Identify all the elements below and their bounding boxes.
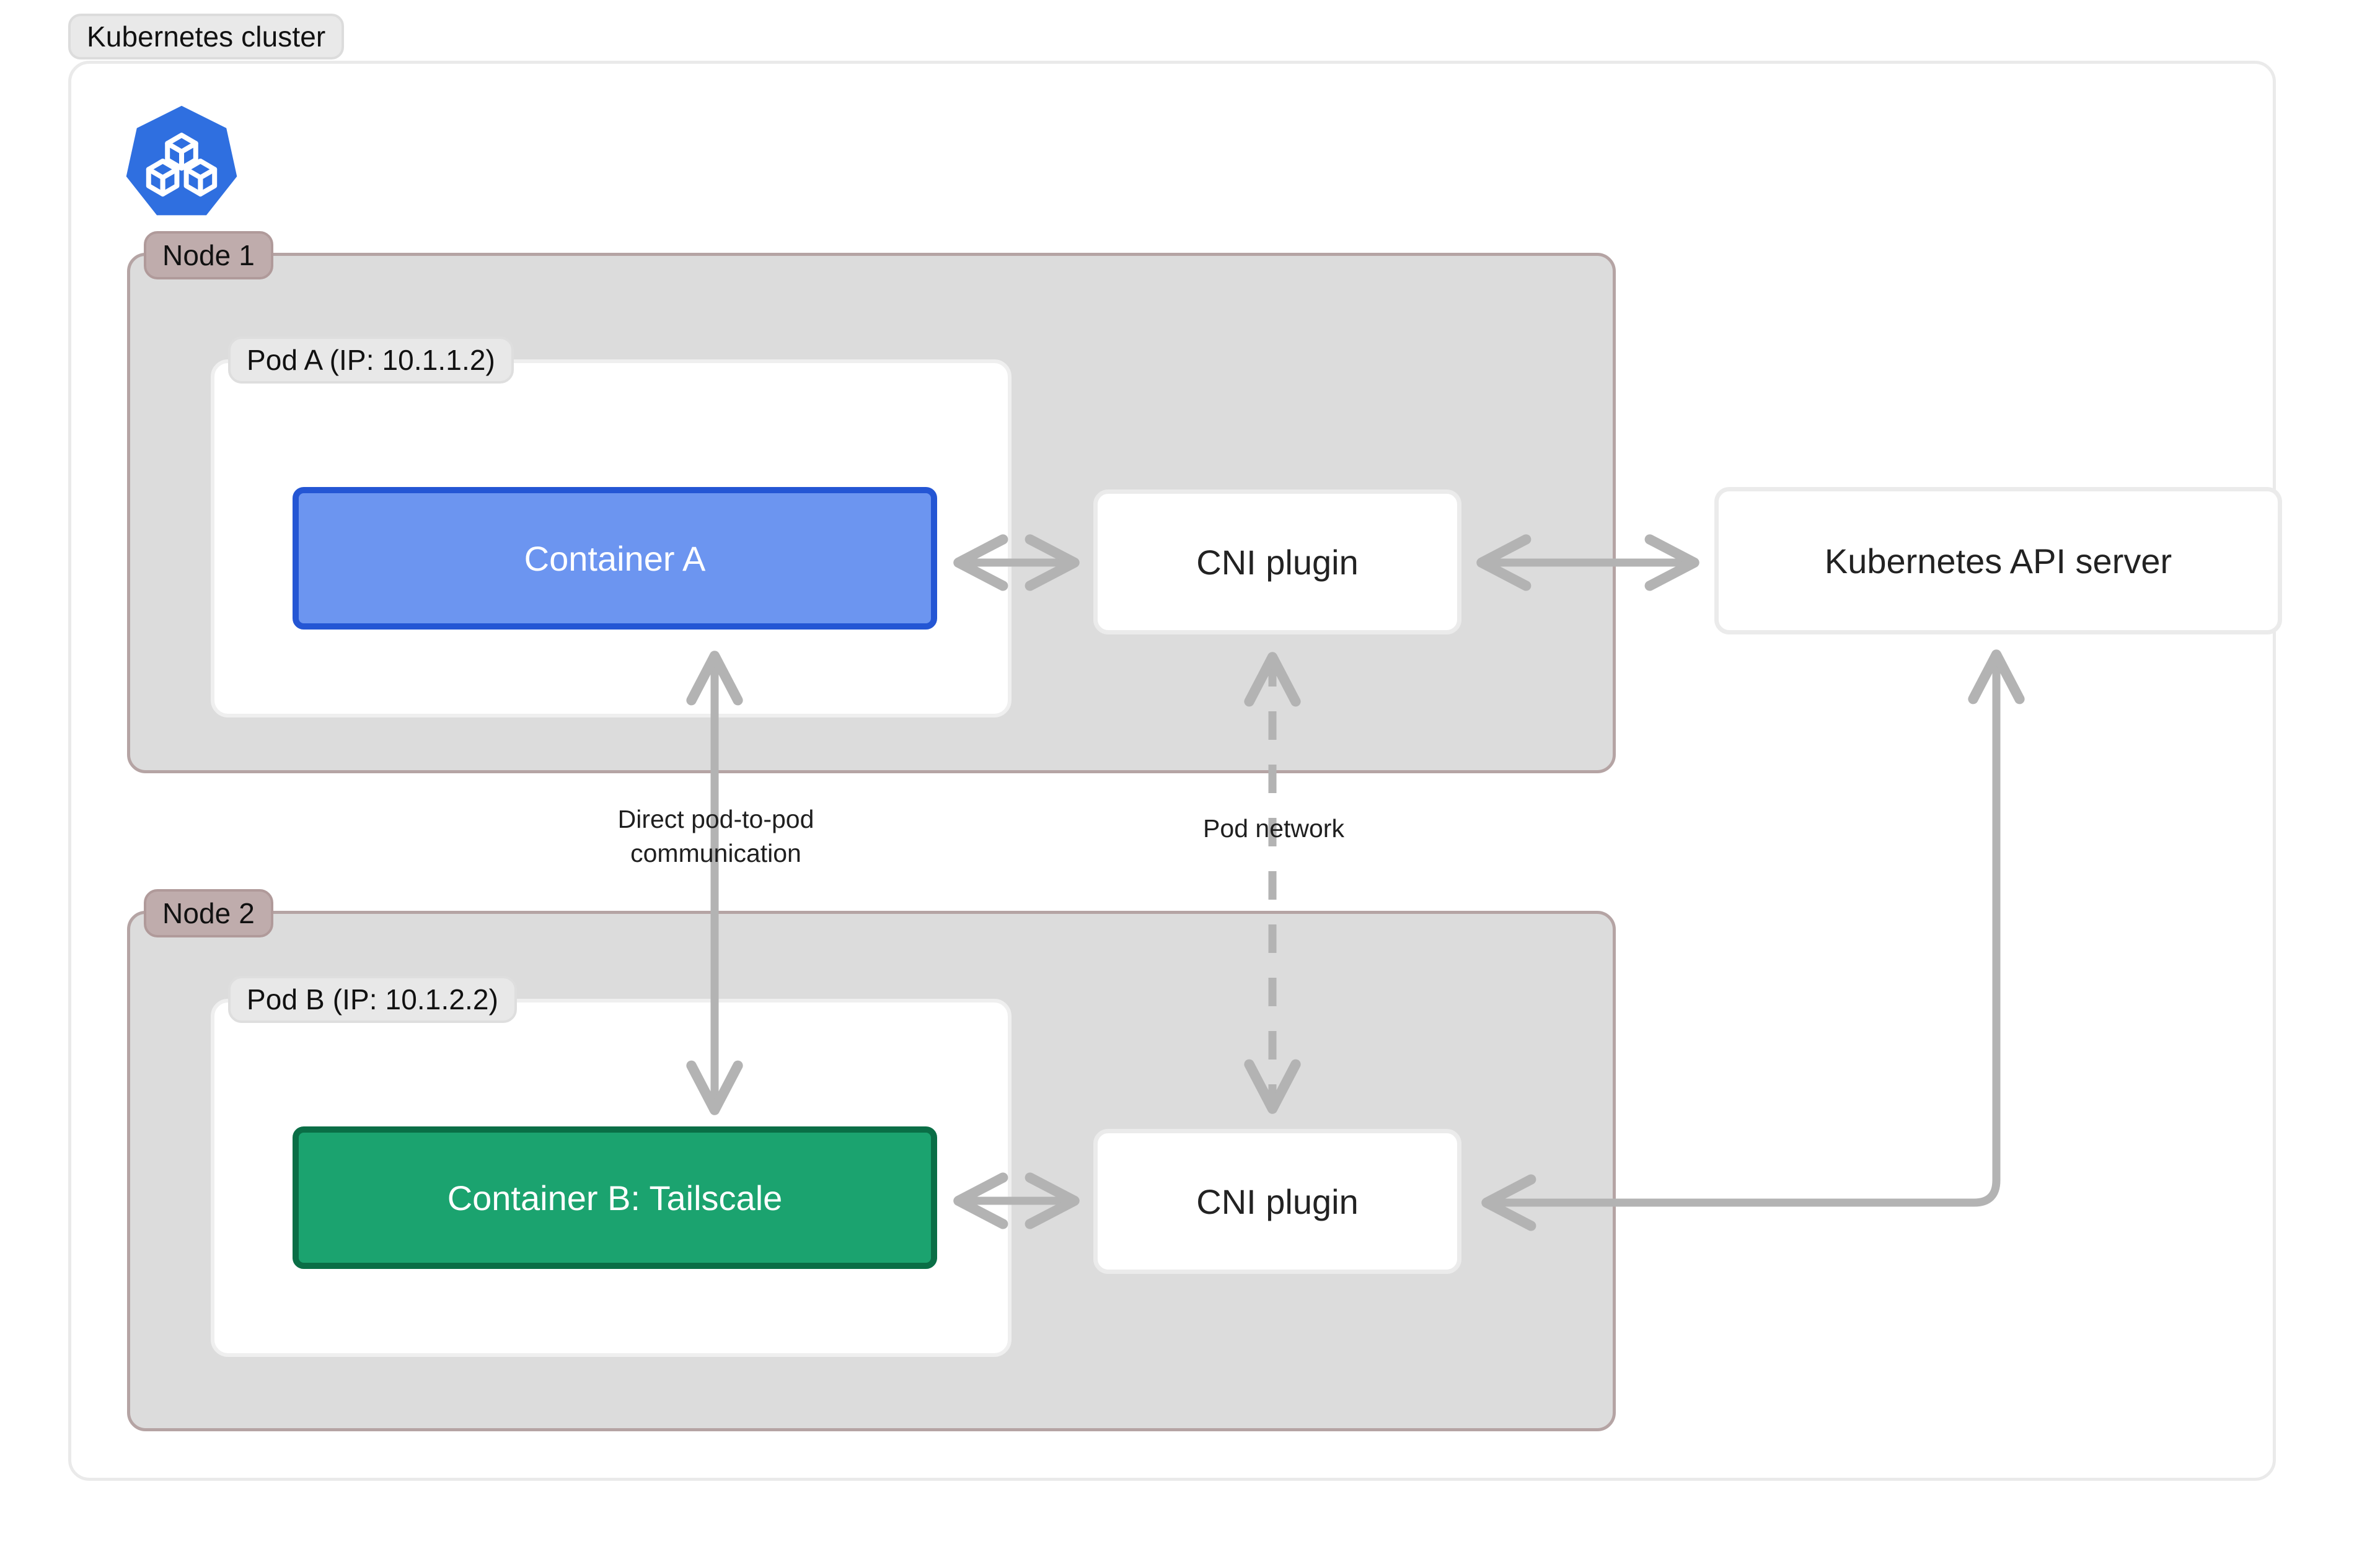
cluster-title-badge: Kubernetes cluster: [68, 14, 344, 59]
node-2-label: Node 2: [162, 897, 255, 930]
diagram-canvas: Kubernetes cluster Node 1: [0, 0, 2380, 1549]
kubernetes-api-server-card[interactable]: Kubernetes API server: [1714, 487, 2282, 634]
cni-plugin-node-2-card[interactable]: CNI plugin: [1093, 1129, 1461, 1274]
cni-plugin-node-1-label: CNI plugin: [1196, 542, 1358, 582]
cni-plugin-node-2-label: CNI plugin: [1196, 1182, 1358, 1222]
pod-b-label: Pod B (IP: 10.1.2.2): [247, 983, 498, 1016]
edge-label-pod-network: Pod network: [1116, 812, 1432, 846]
kubernetes-logo-icon: [123, 102, 240, 220]
edge-label-pod-to-pod: Direct pod-to-pod communication: [549, 802, 883, 871]
cni-plugin-node-1-card[interactable]: CNI plugin: [1093, 489, 1461, 634]
pod-b-badge: Pod B (IP: 10.1.2.2): [228, 976, 517, 1023]
container-b-card[interactable]: Container B: Tailscale: [293, 1126, 937, 1269]
kubernetes-api-server-label: Kubernetes API server: [1825, 541, 2172, 581]
node-1-label: Node 1: [162, 239, 255, 272]
container-a-card[interactable]: Container A: [293, 487, 937, 630]
pod-a-label: Pod A (IP: 10.1.1.2): [247, 343, 495, 377]
node-2-badge: Node 2: [144, 889, 273, 937]
node-1-badge: Node 1: [144, 231, 273, 279]
container-b-label: Container B: Tailscale: [447, 1178, 783, 1218]
container-a-label: Container A: [524, 538, 706, 579]
cluster-title-label: Kubernetes cluster: [87, 20, 325, 53]
pod-a-badge: Pod A (IP: 10.1.1.2): [228, 336, 514, 384]
